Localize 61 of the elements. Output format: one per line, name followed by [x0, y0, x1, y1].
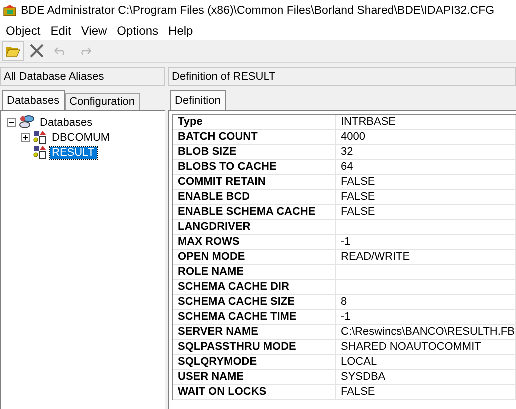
property-value[interactable]: 8 [336, 295, 516, 310]
tree-item[interactable]: RESULT [50, 146, 97, 158]
menu-item[interactable]: Help [164, 24, 200, 38]
property-name: BATCH COUNT [173, 130, 336, 145]
menu-item[interactable]: View [77, 24, 114, 38]
property-value[interactable]: -1 [336, 310, 516, 325]
app-icon [3, 5, 17, 17]
database-icon [33, 145, 47, 160]
property-name: ENABLE SCHEMA CACHE [173, 205, 336, 220]
collapse-toggle[interactable] [7, 118, 16, 127]
panel-header: Definition of RESULT [168, 67, 516, 86]
property-name: BLOBS TO CACHE [173, 160, 336, 175]
menu-item[interactable]: Options [113, 24, 165, 38]
property-name: SCHEMA CACHE SIZE [173, 295, 336, 310]
tree-item[interactable]: DBCOMUM [50, 132, 112, 144]
databases-icon [19, 115, 35, 130]
property-value[interactable]: FALSE [336, 175, 516, 190]
value-field[interactable] [336, 265, 516, 280]
property-name: SCHEMA CACHE DIR [173, 280, 336, 295]
property-value[interactable]: 64 [336, 160, 516, 175]
property-name: SERVER NAME [173, 325, 336, 340]
menu-item[interactable]: Edit [46, 24, 78, 38]
property-name: COMMIT RETAIN [173, 175, 336, 190]
value-field[interactable] [336, 280, 516, 295]
property-name: Type [173, 115, 336, 130]
property-name: WAIT ON LOCKS [173, 385, 336, 400]
database-icon [33, 130, 47, 145]
property-value[interactable]: READ/WRITE [336, 250, 516, 265]
property-value[interactable]: SYSDBA [336, 370, 516, 385]
tree-item[interactable]: Databases [38, 116, 95, 128]
folder-icon [6, 46, 20, 56]
property-value[interactable]: C:\Reswincs\BANCO\RESULTH.FB [336, 325, 516, 340]
property-name: SCHEMA CACHE TIME [173, 310, 336, 325]
property-name: BLOB SIZE [173, 145, 336, 160]
property-value[interactable]: FALSE [336, 190, 516, 205]
property-value[interactable]: 4000 [336, 130, 516, 145]
tab[interactable]: Databases [2, 90, 65, 110]
menu-item[interactable]: Object [2, 24, 47, 38]
property-value[interactable]: SHARED NOAUTOCOMMIT [336, 340, 516, 355]
property-value[interactable]: LOCAL [336, 355, 516, 370]
property-value[interactable]: 32 [336, 145, 516, 160]
property-name: MAX ROWS [173, 235, 336, 250]
close-icon [29, 43, 45, 59]
tab[interactable]: Configuration [64, 93, 140, 110]
property-name: ROLE NAME [173, 265, 336, 280]
property-name: USER NAME [173, 370, 336, 385]
property-value[interactable]: FALSE [336, 205, 516, 220]
window-title: BDE Administrator C:\Program Files (x86)\Common Files\Borland Shared\BDE\IDAPI32.CFG [21, 5, 495, 17]
property-value[interactable]: -1 [336, 235, 516, 250]
property-name: OPEN MODE [173, 250, 336, 265]
property-name: LANGDRIVER [173, 220, 336, 235]
tab[interactable]: Definition [170, 90, 226, 110]
property-name: ENABLE BCD [173, 190, 336, 205]
panel-header: All Database Aliases [0, 67, 165, 86]
open-button[interactable] [2, 41, 24, 61]
property-name: SQLQRYMODE [173, 355, 336, 370]
property-value[interactable]: FALSE [336, 385, 516, 400]
property-name: SQLPASSTHRU MODE [173, 340, 336, 355]
property-value[interactable]: INTRBASE [336, 115, 516, 130]
value-field[interactable] [336, 220, 516, 235]
expand-toggle[interactable] [21, 133, 30, 142]
